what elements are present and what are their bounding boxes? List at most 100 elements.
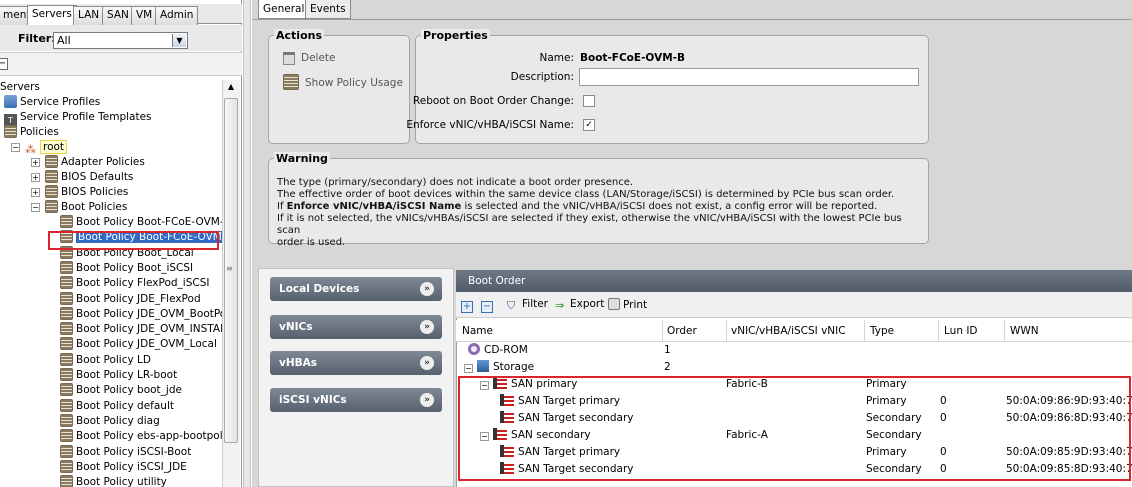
expand-bios-defaults-toggle[interactable]: + bbox=[31, 173, 40, 182]
tab-events[interactable]: Events bbox=[305, 0, 351, 19]
name-value: Boot-FCoE-OVM-B bbox=[580, 52, 686, 64]
tree-toolbar bbox=[0, 52, 242, 76]
vnics-section[interactable]: vNICs» bbox=[270, 315, 442, 339]
table-row[interactable]: − Storage 2 bbox=[458, 359, 1132, 376]
tree-node-bios-defaults[interactable]: BIOS Defaults bbox=[45, 170, 133, 185]
column-name[interactable]: Name bbox=[462, 325, 493, 337]
policy-icon bbox=[60, 444, 73, 458]
grip-icon: ≡ bbox=[226, 264, 233, 273]
tree-node-boot-policy[interactable]: Boot Policy utility bbox=[60, 475, 167, 487]
filter-button[interactable]: ⛉ Filter bbox=[507, 298, 548, 312]
tab-admin[interactable]: Admin bbox=[155, 6, 199, 25]
tab-general[interactable]: General bbox=[258, 0, 310, 19]
scroll-up-arrow-icon[interactable]: ▲ bbox=[223, 82, 239, 96]
trash-icon bbox=[283, 52, 295, 65]
tree-node-boot-policies[interactable]: Boot Policies bbox=[45, 200, 127, 215]
tree-node-boot-policy[interactable]: Boot Policy JDE_FlexPod bbox=[60, 291, 201, 307]
enforce-label: Enforce vNIC/vHBA/iSCSI Name: bbox=[406, 119, 574, 131]
tab-vm[interactable]: VM bbox=[131, 6, 158, 25]
tree-node-root[interactable]: ⁂ root bbox=[24, 140, 68, 156]
tree-node-service-profiles[interactable]: Service Profiles bbox=[4, 95, 100, 110]
splitter-handle[interactable] bbox=[243, 0, 251, 487]
tree-node-boot-policy[interactable]: Boot Policy diag bbox=[60, 413, 160, 429]
tree-node-boot-policy[interactable]: Boot Policy default bbox=[60, 398, 174, 414]
filter-select[interactable]: All ▼ bbox=[53, 32, 188, 49]
warning-title: Warning bbox=[274, 152, 330, 165]
column-wwn[interactable]: WWN bbox=[1010, 325, 1039, 337]
expand-adapter-policies-toggle[interactable]: + bbox=[31, 158, 40, 167]
tab-san[interactable]: SAN bbox=[102, 6, 134, 25]
description-input[interactable] bbox=[579, 68, 919, 86]
collapse-boot-policies-toggle[interactable]: − bbox=[31, 203, 40, 212]
tab-servers[interactable]: Servers bbox=[27, 5, 77, 25]
policy-icon bbox=[45, 185, 58, 198]
column-divider bbox=[726, 320, 727, 342]
tree-node-boot-policy[interactable]: Boot Policy JDE_OVM_Local bbox=[60, 337, 217, 352]
chevron-down-icon: » bbox=[420, 393, 434, 407]
tree-node-boot-policy[interactable]: Boot Policy FlexPod_iSCSI bbox=[60, 276, 209, 291]
tree-node-boot-policy[interactable]: Boot Policy Boot-FCoE-OVM-A bbox=[60, 215, 222, 230]
reboot-checkbox[interactable] bbox=[583, 95, 595, 107]
column-divider bbox=[864, 320, 865, 342]
tree-node-boot-policy[interactable]: Boot Policy LD bbox=[60, 352, 151, 368]
iscsi-vnics-section[interactable]: iSCSI vNICs» bbox=[270, 388, 442, 412]
chevron-down-icon: » bbox=[420, 282, 434, 296]
tree-node-boot-policy[interactable]: Boot Policy LR-boot bbox=[60, 368, 177, 383]
print-button[interactable]: Print bbox=[608, 298, 647, 311]
tree-node-service-profile-templates[interactable]: T Service Profile Templates bbox=[4, 110, 152, 127]
show-policy-usage-action[interactable]: Show Policy Usage bbox=[283, 74, 403, 90]
tree-node-bios-policies[interactable]: BIOS Policies bbox=[45, 185, 128, 200]
column-lun-id[interactable]: Lun ID bbox=[944, 325, 978, 337]
policy-icon bbox=[60, 368, 73, 381]
tree-node-boot-policy[interactable]: Boot Policy ebs-app-bootpol bbox=[60, 429, 222, 444]
policy-icon bbox=[60, 383, 73, 397]
export-arrow-icon: ⇒ bbox=[555, 299, 565, 312]
column-order[interactable]: Order bbox=[667, 325, 697, 337]
policy-icon bbox=[60, 459, 73, 473]
delete-action[interactable]: Delete bbox=[283, 52, 336, 65]
policy-icon bbox=[60, 322, 73, 336]
tab-lan[interactable]: LAN bbox=[73, 6, 105, 25]
tree-node-servers[interactable]: Servers bbox=[0, 80, 40, 95]
column-divider bbox=[662, 320, 663, 342]
export-button[interactable]: ⇒ Export bbox=[555, 298, 604, 312]
tree-node-boot-policy[interactable]: Boot Policy boot_jde bbox=[60, 383, 182, 398]
filter-icon: ⛉ bbox=[507, 299, 516, 312]
tree-node-boot-policy[interactable]: Boot Policy iSCSI_JDE bbox=[60, 459, 187, 475]
remove-button[interactable]: − bbox=[481, 298, 496, 313]
expand-bios-policies-toggle[interactable]: + bbox=[31, 188, 40, 197]
policy-icon bbox=[60, 306, 73, 320]
column-divider bbox=[938, 320, 939, 342]
column-type[interactable]: Type bbox=[870, 325, 894, 337]
filter-value: All bbox=[57, 34, 71, 47]
local-devices-section[interactable]: Local Devices» bbox=[270, 277, 442, 301]
policy-icon bbox=[283, 74, 299, 90]
policy-icon bbox=[60, 429, 73, 443]
chevron-down-icon: » bbox=[420, 356, 434, 370]
policy-icon bbox=[60, 260, 73, 274]
storage-icon bbox=[477, 360, 489, 372]
policy-icon bbox=[60, 291, 73, 305]
vhbas-section[interactable]: vHBAs» bbox=[270, 351, 442, 375]
cd-rom-icon bbox=[468, 343, 480, 355]
column-divider bbox=[1004, 320, 1005, 342]
tree-node-adapter-policies[interactable]: Adapter Policies bbox=[45, 155, 145, 170]
warning-text: The type (primary/secondary) does not in… bbox=[277, 177, 902, 248]
properties-group: Properties Name: Boot-FCoE-OVM-B Descrip… bbox=[406, 29, 929, 144]
enforce-checkbox[interactable]: ✓ bbox=[583, 119, 595, 131]
tree-node-boot-policy[interactable]: Boot Policy Boot_iSCSI bbox=[60, 260, 193, 276]
collapse-root-toggle[interactable]: − bbox=[11, 143, 20, 152]
table-row[interactable]: CD-ROM 1 bbox=[458, 342, 1132, 359]
actions-group: Actions Delete Show Policy Usage bbox=[268, 29, 410, 144]
policy-icon bbox=[45, 200, 58, 213]
service-profile-icon bbox=[4, 95, 17, 108]
collapse-toggle[interactable]: − bbox=[464, 364, 473, 373]
column-vnic[interactable]: vNIC/vHBA/iSCSI vNIC bbox=[731, 325, 846, 337]
collapse-all-button[interactable]: − bbox=[0, 58, 8, 70]
tree-node-policies[interactable]: Policies bbox=[4, 125, 59, 140]
tree-node-boot-policy[interactable]: Boot Policy iSCSI-Boot bbox=[60, 444, 191, 460]
tree-node-boot-policy[interactable]: Boot Policy JDE_OVM_INSTALL bbox=[60, 322, 222, 337]
add-button[interactable]: + bbox=[461, 298, 476, 313]
tree-node-boot-policy[interactable]: Boot Policy JDE_OVM_BootPol bbox=[60, 306, 222, 322]
highlight-selected-policy bbox=[48, 231, 219, 250]
